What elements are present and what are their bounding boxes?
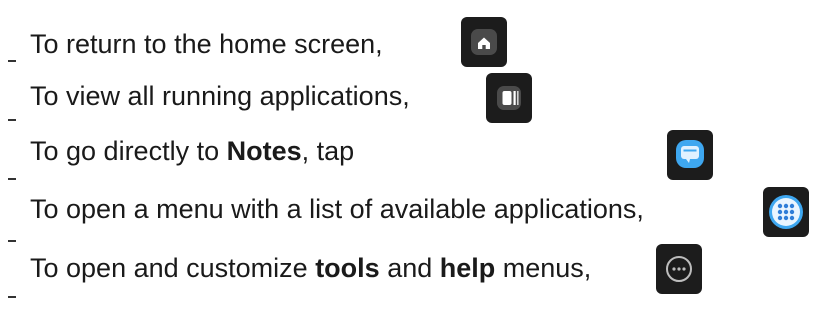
bullet-dash (8, 296, 16, 298)
instruction-text: To open a menu with a list of available … (30, 194, 644, 224)
instruction-notes: To go directly to Notes, tap (30, 135, 354, 167)
bullet-dash (8, 240, 16, 242)
instruction-text: menus, (495, 253, 592, 283)
recent-apps-icon[interactable] (486, 73, 532, 123)
more-options-icon[interactable] (656, 244, 702, 294)
bullet-dash (8, 119, 16, 121)
instruction-home: To return to the home screen, (30, 28, 383, 60)
instruction-text: To go directly to (30, 136, 227, 166)
home-icon[interactable] (461, 17, 507, 67)
instruction-text: To open and customize (30, 253, 316, 283)
menu-name-help: help (439, 253, 496, 283)
app-name-notes: Notes (226, 136, 302, 166)
bullet-dash (8, 178, 16, 180)
instruction-more-options: To open and customize tools and help men… (30, 252, 591, 284)
instruction-recent-apps: To view all running applications, (30, 80, 410, 112)
instruction-text: and (379, 253, 440, 283)
bullet-dash (8, 60, 16, 62)
instruction-text: To return to the home screen, (30, 29, 383, 59)
instruction-text: , tap (301, 136, 355, 166)
instruction-text: To view all running applications, (30, 81, 410, 111)
menu-name-tools: tools (315, 253, 380, 283)
notes-icon[interactable] (667, 130, 713, 180)
instruction-app-drawer: To open a menu with a list of available … (30, 193, 644, 225)
app-drawer-icon[interactable] (763, 187, 809, 237)
